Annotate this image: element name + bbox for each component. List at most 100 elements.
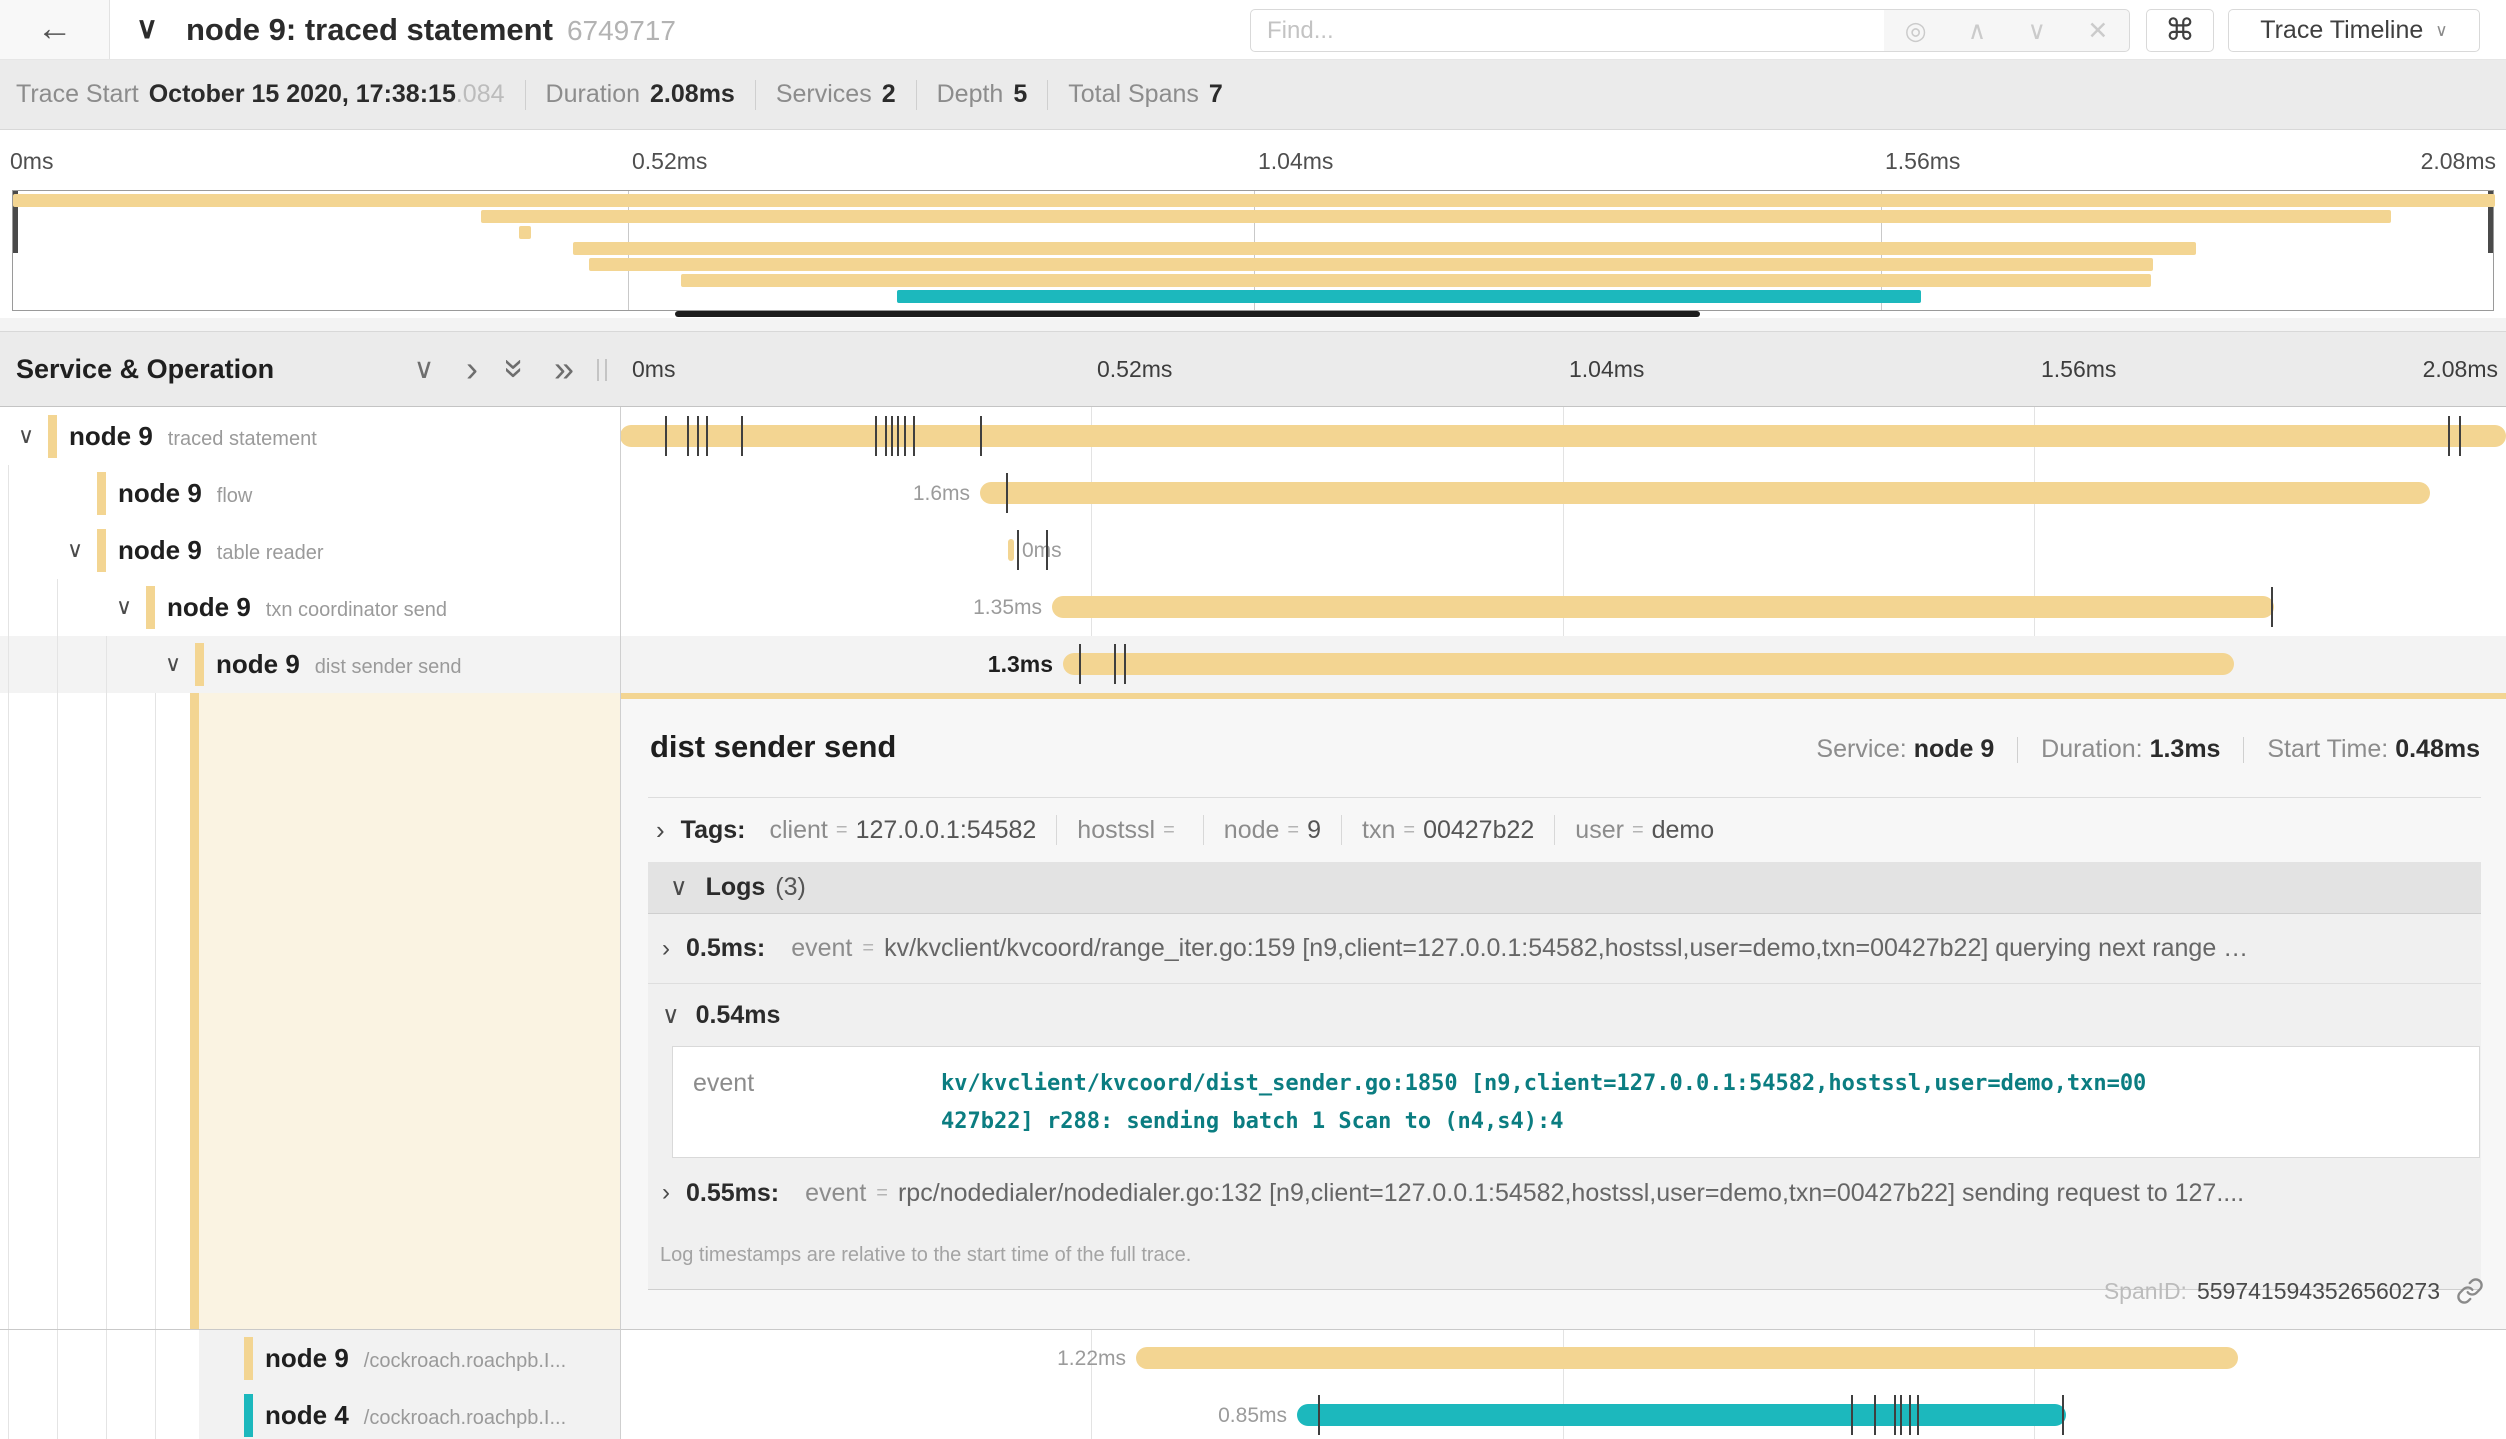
service-value: node 9	[1914, 735, 1995, 763]
span-timeline-cell: 1.3ms	[620, 636, 2506, 693]
expand-all-button[interactable]: »	[544, 332, 584, 407]
span-service-name: node 9flow	[118, 465, 252, 522]
depth-label: Depth	[937, 80, 1004, 109]
span-bar[interactable]	[1063, 653, 2234, 675]
minimap-gap-band	[0, 318, 2506, 331]
trace-start-label: Trace Start	[16, 80, 139, 109]
span-duration-label: 1.35ms	[620, 579, 1042, 636]
minimap-span-bar	[519, 226, 531, 239]
log-row-1[interactable]: › 0.5ms: event = kv/kvclient/kvcoord/ran…	[648, 914, 2481, 984]
span-bar[interactable]	[620, 425, 2506, 447]
span-bar[interactable]	[1297, 1404, 2066, 1426]
log-event-value: kv/kvclient/kvcoord/dist_sender.go:1850 …	[941, 1065, 2146, 1141]
tag-separator	[1203, 815, 1204, 845]
span-operation-name: txn coordinator send	[266, 599, 447, 621]
detail-span-title: dist sender send	[650, 729, 896, 765]
back-button[interactable]: ←	[0, 0, 110, 59]
double-chevron-down-icon: »	[480, 358, 553, 378]
span-service-name: node 9table reader	[118, 522, 324, 579]
minimap-span-bar	[573, 242, 2196, 255]
log-marker-tick	[1046, 530, 1048, 570]
indent-guide	[8, 465, 9, 522]
find-target-icon[interactable]: ◎	[1905, 16, 1927, 46]
log-marker-tick	[2448, 416, 2450, 456]
span-row[interactable]: ∨ node 9traced statement	[0, 408, 2506, 465]
span-duration-label: 0ms	[1022, 522, 1062, 579]
log-marker-tick	[1917, 1395, 1919, 1435]
span-tree-cell: node 9/cockroach.roachpb.I...	[0, 1330, 620, 1387]
span-service-name: node 9/cockroach.roachpb.I...	[265, 1330, 566, 1387]
tag-item: node=9	[1224, 816, 1321, 845]
span-operation-name: /cockroach.roachpb.I...	[364, 1407, 566, 1429]
tags-row[interactable]: › Tags: client=127.0.0.1:54582hostssl=no…	[648, 805, 2481, 855]
span-row[interactable]: node 9/cockroach.roachpb.I...1.22ms	[0, 1330, 2506, 1387]
span-row[interactable]: ∨ node 9table reader 0ms	[0, 522, 2506, 579]
span-service-name: node 9traced statement	[69, 408, 317, 465]
log-time: 0.54ms	[696, 1001, 781, 1030]
tag-item: user=demo	[1575, 816, 1714, 845]
log-time: 0.55ms:	[686, 1179, 779, 1208]
span-row[interactable]: ∨node 9txn coordinator send1.35ms	[0, 579, 2506, 636]
indent-guide	[57, 1330, 58, 1387]
log-marker-tick	[706, 416, 708, 456]
span-timeline-cell: 1.35ms	[620, 579, 2506, 636]
span-row[interactable]: ∨node 9dist sender send1.3ms	[0, 636, 2506, 693]
span-collapse-icon[interactable]: ∨	[165, 636, 181, 693]
log-marker-tick	[1900, 1395, 1902, 1435]
log-marker-tick	[665, 416, 667, 456]
span-bar[interactable]	[1008, 539, 1014, 561]
span-timeline-cell: 0ms	[620, 522, 2506, 579]
span-bar[interactable]	[980, 482, 2430, 504]
minimap-scrollbar[interactable]	[675, 311, 1700, 317]
total-spans-label: Total Spans	[1068, 80, 1199, 109]
span-bar[interactable]	[1136, 1347, 2238, 1369]
log-key: event	[791, 934, 852, 963]
minimap-span-bar	[13, 194, 2495, 207]
span-row[interactable]: node 4/cockroach.roachpb.I...0.85ms	[0, 1387, 2506, 1439]
find-clear-icon[interactable]: ✕	[2087, 16, 2108, 46]
trace-minimap: 0ms 0.52ms 1.04ms 1.56ms 2.08ms	[0, 130, 2506, 318]
view-type-select[interactable]: Trace Timeline ∨	[2228, 9, 2480, 52]
collapse-one-button[interactable]: ∨	[404, 332, 444, 407]
span-collapse-icon[interactable]: ∨	[18, 408, 34, 465]
column-resize-grip[interactable]	[597, 359, 607, 381]
span-color-bar	[97, 472, 106, 515]
log-marker-tick	[1079, 644, 1081, 684]
span-bar[interactable]	[1052, 596, 2274, 618]
span-operation-name: /cockroach.roachpb.I...	[364, 1350, 566, 1372]
find-input[interactable]	[1250, 9, 1885, 52]
minimap-canvas[interactable]	[12, 190, 2494, 311]
log-marker-tick	[1318, 1395, 1320, 1435]
service-label: Service:	[1816, 735, 1906, 763]
log-marker-tick	[1851, 1395, 1853, 1435]
chevron-down-icon: ∨	[2435, 21, 2447, 41]
indent-guide	[8, 579, 9, 636]
detail-bottom-border	[0, 1329, 2506, 1330]
log-row-3[interactable]: › 0.55ms: event = rpc/nodedialer/nodedia…	[648, 1158, 2481, 1228]
find-next-icon[interactable]: ∨	[2028, 16, 2046, 46]
indent-guide	[155, 1387, 156, 1439]
collapse-all-button[interactable]: »	[496, 332, 536, 407]
tag-item: hostssl=	[1077, 816, 1183, 845]
link-icon[interactable]	[2456, 1277, 2484, 1305]
span-duration-label: 0.85ms	[620, 1387, 1287, 1439]
log-marker-tick	[1006, 473, 1008, 513]
log-row-2[interactable]: ∨ 0.54ms	[648, 984, 2481, 1046]
span-row[interactable]: node 9flow1.6ms	[0, 465, 2506, 522]
span-collapse-icon[interactable]: ∨	[116, 579, 132, 636]
tags-toggle-icon: ›	[656, 815, 665, 846]
depth-value: 5	[1013, 80, 1027, 109]
detail-top-accent	[621, 693, 2506, 699]
title-collapse-toggle[interactable]: ∨	[136, 0, 158, 60]
find-controls: ◎ ∧ ∨ ✕	[1884, 9, 2130, 52]
tag-separator	[1341, 815, 1342, 845]
logs-label: Logs	[706, 873, 766, 902]
span-collapse-icon[interactable]: ∨	[67, 522, 83, 579]
logs-header[interactable]: ∨ Logs (3)	[648, 862, 2481, 914]
log-marker-tick	[687, 416, 689, 456]
tree-timeline-divider[interactable]	[620, 331, 621, 1439]
find-prev-icon[interactable]: ∧	[1968, 16, 1986, 46]
start-time-value: 0.48ms	[2395, 735, 2480, 763]
keyboard-shortcuts-button[interactable]: ⌘	[2146, 9, 2214, 52]
command-icon: ⌘	[2165, 14, 2195, 47]
